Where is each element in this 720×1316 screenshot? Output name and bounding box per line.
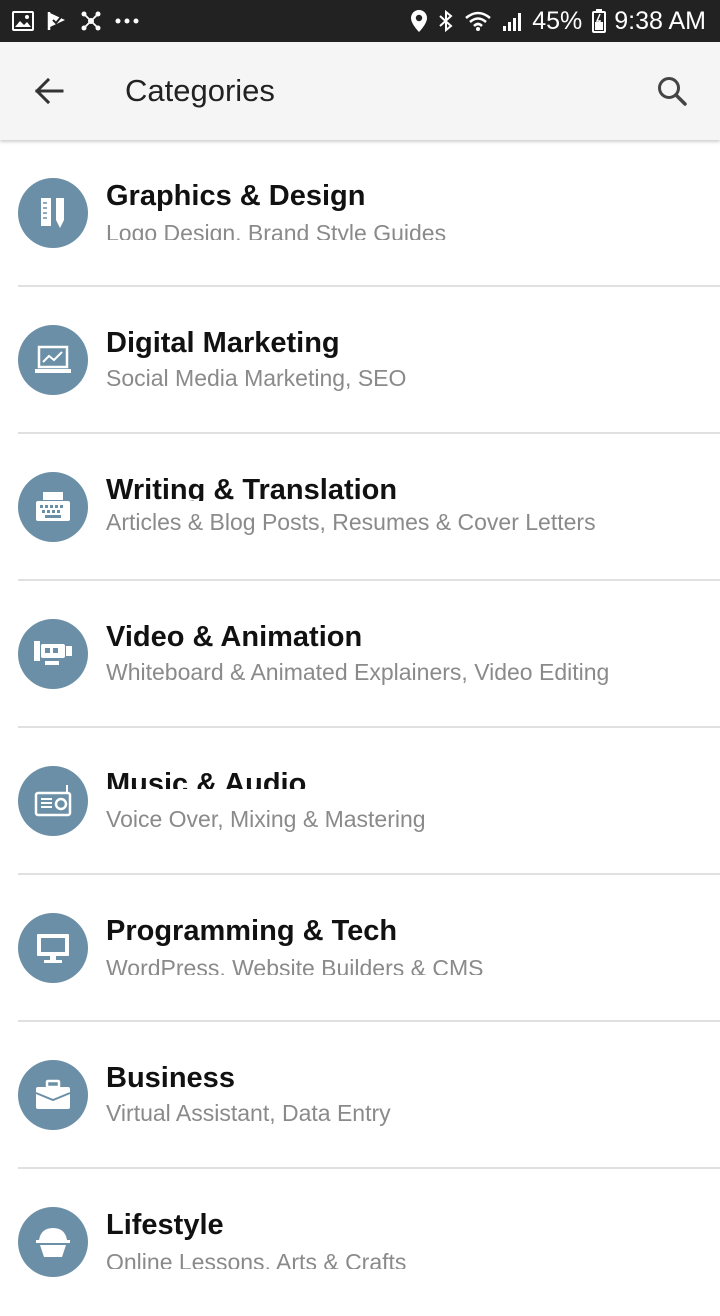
clock: 9:38 AM bbox=[614, 6, 706, 35]
battery-icon bbox=[592, 9, 607, 33]
category-item-lifestyle[interactable]: Lifestyle Online Lessons, Arts & Crafts bbox=[0, 1169, 720, 1316]
page-title: Categories bbox=[125, 73, 275, 108]
category-subtitle: Articles & Blog Posts, Resumes & Cover L… bbox=[106, 509, 596, 535]
battery-percent: 45% bbox=[532, 6, 583, 35]
category-name: Graphics & Design bbox=[106, 180, 366, 212]
location-icon bbox=[410, 9, 428, 33]
app-bar: Categories bbox=[0, 42, 720, 140]
category-item-digital-marketing[interactable]: Digital Marketing Social Media Marketing… bbox=[0, 287, 720, 434]
category-name: Digital Marketing bbox=[106, 327, 340, 359]
category-sub-clip: Logo Design, Brand Style Guides bbox=[106, 220, 720, 240]
monitor-icon bbox=[18, 913, 88, 983]
category-subtitle: Whiteboard & Animated Explainers, Video … bbox=[106, 659, 610, 685]
search-button[interactable] bbox=[642, 61, 702, 121]
category-subtitle: Social Media Marketing, SEO bbox=[106, 365, 407, 391]
search-icon bbox=[658, 77, 687, 106]
category-name: Writing & Translation bbox=[106, 474, 398, 501]
category-sub-clip: Articles & Blog Posts, Resumes & Cover L… bbox=[106, 503, 720, 537]
category-name: Programming & Tech bbox=[106, 915, 398, 947]
category-subtitle: Virtual Assistant, Data Entry bbox=[106, 1100, 391, 1126]
briefcase-icon bbox=[18, 1060, 88, 1130]
video-camera-icon bbox=[18, 619, 88, 689]
category-item-business[interactable]: Business Virtual Assistant, Data Entry bbox=[0, 1022, 720, 1169]
category-sub-clip: WordPress, Website Builders & CMS bbox=[106, 955, 720, 975]
category-name-clip: Writing & Translation bbox=[106, 470, 720, 501]
category-subtitle: Online Lessons, Arts & Crafts bbox=[106, 1249, 407, 1269]
category-item-programming-tech[interactable]: Programming & Tech WordPress, Website Bu… bbox=[0, 875, 720, 1022]
category-sub-clip: Online Lessons, Arts & Crafts bbox=[106, 1249, 720, 1269]
signal-icon bbox=[502, 10, 524, 32]
hub-icon bbox=[80, 10, 102, 32]
image-icon bbox=[12, 11, 34, 31]
category-subtitle: Logo Design, Brand Style Guides bbox=[106, 220, 447, 240]
category-name: Video & Animation bbox=[106, 621, 363, 653]
category-subtitle: WordPress, Website Builders & CMS bbox=[106, 955, 484, 975]
bluetooth-icon bbox=[438, 9, 454, 33]
status-bar: 45% 9:38 AM bbox=[0, 0, 720, 42]
typewriter-icon bbox=[18, 472, 88, 542]
arrow-back-icon bbox=[34, 77, 64, 105]
more-icon bbox=[114, 17, 140, 25]
category-list: Graphics & Design Logo Design, Brand Sty… bbox=[0, 140, 720, 1316]
cupcake-icon bbox=[18, 1207, 88, 1277]
category-name-clip: Music & Audio bbox=[106, 764, 720, 789]
category-name: Lifestyle bbox=[106, 1209, 224, 1241]
radio-icon bbox=[18, 766, 88, 836]
category-item-video-animation[interactable]: Video & Animation Whiteboard & Animated … bbox=[0, 581, 720, 728]
category-name: Business bbox=[106, 1062, 235, 1094]
category-item-graphics-design[interactable]: Graphics & Design Logo Design, Brand Sty… bbox=[0, 140, 720, 287]
wifi-icon bbox=[464, 10, 492, 32]
category-name: Music & Audio bbox=[106, 768, 307, 789]
laptop-chart-icon bbox=[18, 325, 88, 395]
back-button[interactable] bbox=[19, 61, 79, 121]
pencil-ruler-icon bbox=[18, 178, 88, 248]
check-flag-icon bbox=[46, 10, 68, 32]
category-subtitle: Voice Over, Mixing & Mastering bbox=[106, 806, 426, 832]
category-item-music-audio[interactable]: Music & Audio Voice Over, Mixing & Maste… bbox=[0, 728, 720, 875]
category-item-writing-translation[interactable]: Writing & Translation Articles & Blog Po… bbox=[0, 434, 720, 581]
